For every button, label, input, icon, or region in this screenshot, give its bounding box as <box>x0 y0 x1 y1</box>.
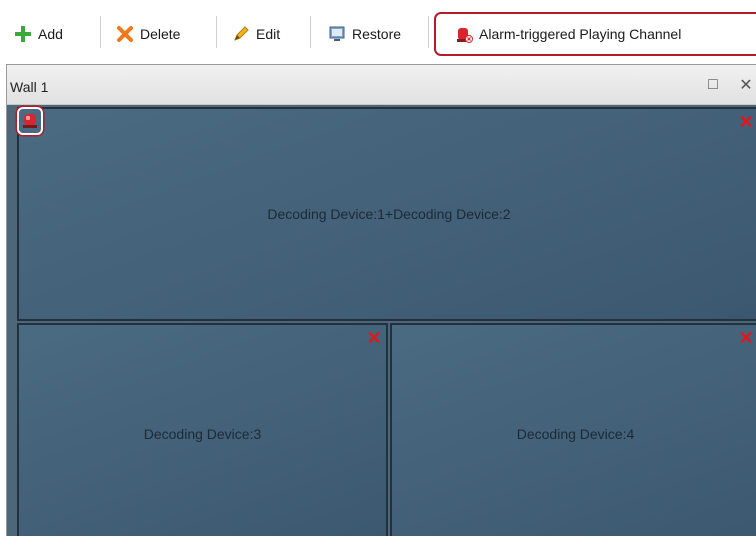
alarm-icon <box>23 114 37 128</box>
add-button[interactable]: Add <box>14 20 63 48</box>
toolbar-divider <box>100 16 101 48</box>
close-icon: ✕ <box>739 77 753 94</box>
maximize-icon: □ <box>708 76 718 93</box>
edit-label: Edit <box>256 26 281 42</box>
maximize-button[interactable]: □ <box>703 75 723 95</box>
wall-window-label: Decoding Device:4 <box>516 426 635 442</box>
restore-icon <box>329 26 345 41</box>
alarm-icon <box>457 28 473 43</box>
wall-window-label: Decoding Device:3 <box>143 426 262 442</box>
wall-title: Wall 1 <box>10 79 49 95</box>
close-button[interactable]: ✕ <box>736 75 756 95</box>
delete-button[interactable]: Delete <box>116 20 180 48</box>
wall-window-4[interactable]: Decoding Device:4 ✕ <box>390 323 756 536</box>
toolbar-divider <box>216 16 217 48</box>
remove-cell-icon[interactable]: ✕ <box>737 329 755 347</box>
alarm-label: Alarm-triggered Playing Channel <box>479 26 682 42</box>
wall-window-label: Decoding Device:1+Decoding Device:2 <box>267 206 511 222</box>
add-icon <box>15 26 31 42</box>
add-label: Add <box>38 26 63 42</box>
wall-header: Wall 1 □ ✕ <box>7 65 756 105</box>
edit-icon <box>234 26 249 41</box>
remove-cell-icon[interactable]: ✕ <box>365 329 383 347</box>
video-wall: Wall 1 □ ✕ Decoding Device:1+Decoding De… <box>6 64 756 536</box>
restore-label: Restore <box>352 26 402 42</box>
toolbar-divider <box>428 16 429 48</box>
delete-icon <box>117 26 133 42</box>
toolbar: Add Delete Edit Restore Alarm-triggered … <box>0 0 756 64</box>
alarm-triggered-playing-channel-button[interactable]: Alarm-triggered Playing Channel <box>455 20 681 48</box>
restore-button[interactable]: Restore <box>328 20 401 48</box>
wall-window-3[interactable]: Decoding Device:3 ✕ <box>17 323 388 536</box>
delete-label: Delete <box>140 26 181 42</box>
toolbar-divider <box>310 16 311 48</box>
alarm-indicator[interactable] <box>17 107 43 135</box>
edit-button[interactable]: Edit <box>232 20 280 48</box>
remove-cell-icon[interactable]: ✕ <box>737 113 755 131</box>
wall-window-1[interactable]: Decoding Device:1+Decoding Device:2 ✕ <box>17 107 756 321</box>
